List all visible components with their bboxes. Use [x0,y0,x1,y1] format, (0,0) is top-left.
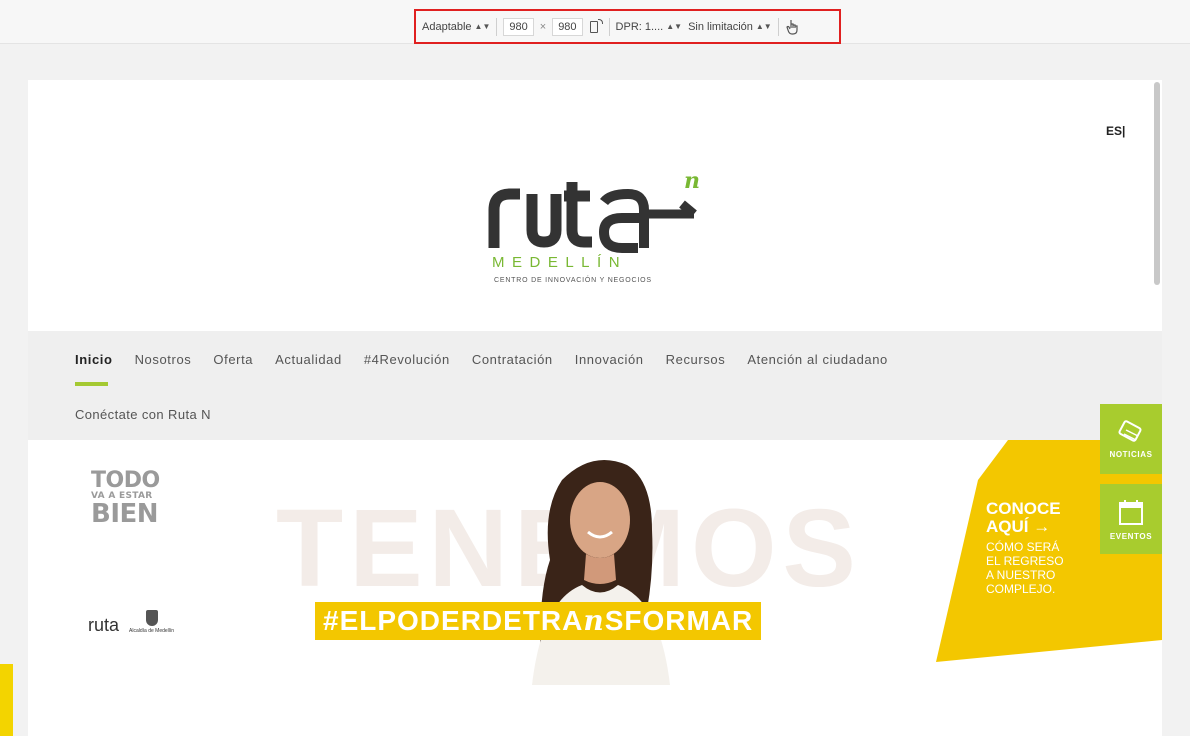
nav-row: Inicio Nosotros Oferta Actualidad #4Revo… [75,352,888,367]
woman-portrait-image [532,460,670,685]
dpr-select[interactable]: DPR: 1.... ▲▼ [616,21,683,33]
select-arrows-icon: ▲▼ [755,22,772,31]
newspaper-icon [1118,419,1142,442]
scrollbar[interactable] [1154,82,1160,285]
promo-sub-line: COMPLEJO. [986,582,1056,596]
ruta-n-logo[interactable]: n MEDELLÍN CENTRO DE INNOVACIÓN Y NEGOCI… [488,168,728,288]
divider [777,17,779,36]
logo-superscript: n [684,168,700,194]
promo-subtitle: CÓMO SERÁ EL REGRESO A NUESTRO COMPLEJO. [986,540,1064,596]
logo-city: MEDELLÍN [492,254,628,271]
hero-banner[interactable]: TODO VA A ESTAR BIEN TENEMOS #ELPODERDET… [28,440,1162,685]
hashtag-part-2: SFORMAR [604,605,754,636]
promo-title-2: AQUÍ → [986,517,1051,536]
noticias-label: NOTICIAS [1109,449,1153,459]
divider [496,17,498,36]
hashtag-n: n [583,604,605,637]
ruta-logo-mark: n [488,168,700,253]
throttle-label: Sin limitación [688,20,753,33]
touch-icon[interactable] [785,18,801,36]
nav-item-4revolucion[interactable]: #4Revolución [364,352,450,367]
divider [608,17,610,36]
main-navigation: Inicio Nosotros Oferta Actualidad #4Revo… [28,331,1162,440]
noticias-button[interactable]: NOTICIAS [1100,404,1162,474]
alcaldia-logo: Alcaldía de Medellín [129,610,174,634]
device-select-label: Adaptable [422,20,472,33]
times-sign: × [539,20,547,33]
hashtag-part-1: #ELPODERDETRA [323,605,584,636]
calendar-icon [1119,499,1143,525]
todo-line-3: BIEN [91,499,159,529]
yellow-edge-accent [0,664,13,736]
promo-cta[interactable]: CONOCE AQUÍ → CÓMO SERÁ EL REGRESO A NUE… [986,499,1064,597]
alcaldia-label: Alcaldía de Medellín [129,628,175,634]
mini-ruta-logo: ruta [88,615,120,635]
partner-logos: ruta Alcaldía de Medellín [88,610,174,634]
nav-item-atencion[interactable]: Atención al ciudadano [747,352,888,367]
nav-item-actualidad[interactable]: Actualidad [275,352,342,367]
crest-icon [145,610,158,626]
eventos-button[interactable]: EVENTOS [1100,484,1162,554]
select-arrows-icon: ▲▼ [474,22,491,31]
nav-item-nosotros[interactable]: Nosotros [135,352,192,367]
promo-sub-line: EL REGRESO [986,554,1064,568]
active-nav-underline [75,382,108,386]
nav-item-recursos[interactable]: Recursos [666,352,726,367]
device-toolbar: Adaptable ▲▼ 980 × 980 DPR: 1.... ▲▼ Sin l… [414,9,841,44]
promo-sub-line: CÓMO SERÁ [986,540,1060,554]
nav-item-innovacion[interactable]: Innovación [575,352,644,367]
throttle-select[interactable]: Sin limitación ▲▼ [688,21,772,33]
rotate-icon[interactable] [589,18,603,35]
nav-item-oferta[interactable]: Oferta [213,352,253,367]
eventos-label: EVENTOS [1109,531,1153,541]
width-input[interactable]: 980 [503,17,534,36]
language-switch[interactable]: ES| [1106,124,1125,138]
dpr-label: DPR: 1.... [615,20,664,33]
nav-item-contratacion[interactable]: Contratación [472,352,553,367]
hashtag-banner: #ELPODERDETRAnSFORMAR [315,602,762,640]
promo-sub-line: A NUESTRO [986,568,1056,582]
height-input[interactable]: 980 [552,17,583,36]
todo-va-a-estar-bien-logo: TODO VA A ESTAR BIEN [91,468,160,529]
todo-line-1: TODO [91,468,160,493]
nav-item-inicio[interactable]: Inicio [75,352,113,367]
promo-title-1: CONOCE [986,499,1061,518]
devtools-bar: Adaptable ▲▼ 980 × 980 DPR: 1.... ▲▼ Sin l… [0,0,1190,44]
next-section-strip [28,700,1162,736]
nav-item-conectate[interactable]: Conéctate con Ruta N [75,407,211,422]
device-select[interactable]: Adaptable ▲▼ [422,21,490,33]
logo-tagline: CENTRO DE INNOVACIÓN Y NEGOCIOS [494,277,652,284]
select-arrows-icon: ▲▼ [666,22,683,31]
